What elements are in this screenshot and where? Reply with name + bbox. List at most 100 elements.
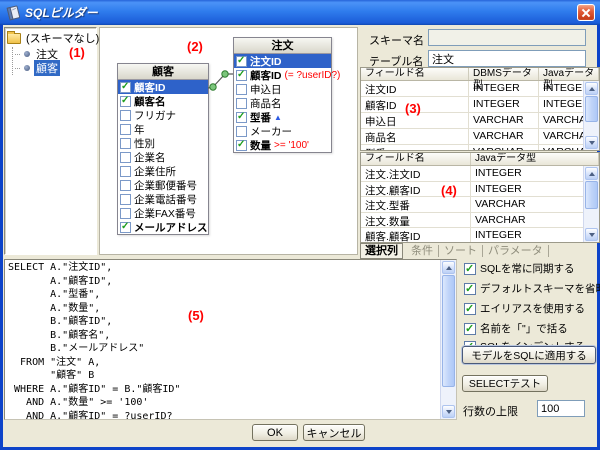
- tree-item-customer[interactable]: 顧客: [13, 61, 96, 75]
- table-row[interactable]: 注文.顧客IDINTEGER: [361, 182, 599, 198]
- field-checkbox[interactable]: [236, 126, 247, 137]
- field-checkbox[interactable]: ✓: [236, 140, 247, 151]
- diagram-table-order[interactable]: 注文 ✓注文ID ✓顧客ID(= ?userID?) 申込日 商品名 ✓型番▲ …: [233, 37, 332, 153]
- field-checkbox[interactable]: [120, 180, 131, 191]
- column-header[interactable]: Javaデータ型: [471, 153, 599, 165]
- scroll-up-button[interactable]: [585, 167, 598, 180]
- field-row[interactable]: ✓メールアドレス: [118, 220, 208, 234]
- vertical-scrollbar[interactable]: [583, 166, 599, 242]
- option-omit-default-schema[interactable]: ✓デフォルトスキーマを省略する: [464, 281, 600, 296]
- column-header[interactable]: フィールド名: [361, 68, 469, 80]
- table-title[interactable]: 顧客: [118, 64, 208, 80]
- title-bar[interactable]: SQLビルダー: [0, 0, 600, 25]
- check-icon: ✓: [465, 282, 474, 295]
- scroll-down-button[interactable]: [585, 136, 598, 149]
- field-row[interactable]: ✓型番▲: [234, 110, 331, 124]
- checkbox[interactable]: ✓: [464, 303, 476, 315]
- scroll-thumb[interactable]: [442, 275, 455, 387]
- sql-preview-area[interactable]: SELECT A."注文ID", A."顧客ID", A."型番", A."数量…: [4, 259, 457, 420]
- sql-builder-dialog: SQLビルダー (スキーマなし) 注文 顧客 (1) (2): [0, 0, 600, 450]
- field-row[interactable]: ✓顧客ID: [118, 80, 208, 94]
- tab-parameters[interactable]: パラメータ: [483, 245, 549, 257]
- field-type-table[interactable]: フィールド名 DBMSデータ型 Javaデータ型 注文IDINTEGERINTE…: [360, 67, 600, 151]
- checkbox[interactable]: ✓: [464, 283, 476, 295]
- vertical-scrollbar[interactable]: [440, 260, 456, 419]
- field-row[interactable]: 企業郵便番号: [118, 178, 208, 192]
- option-sync-sql[interactable]: ✓SQLを常に同期する: [464, 261, 575, 276]
- ok-button[interactable]: OK: [252, 424, 298, 441]
- field-row[interactable]: ✓顧客ID(= ?userID?): [234, 68, 331, 82]
- row-limit-input[interactable]: [537, 400, 585, 417]
- tab-selected-columns[interactable]: 選択列: [360, 243, 403, 259]
- column-header[interactable]: Javaデータ型: [539, 68, 599, 80]
- field-row[interactable]: ✓顧客名: [118, 94, 208, 108]
- scroll-up-button[interactable]: [585, 82, 598, 95]
- sql-text[interactable]: SELECT A."注文ID", A."顧客ID", A."型番", A."数量…: [8, 261, 439, 419]
- table-row[interactable]: 注文IDINTEGERINTEGER: [361, 81, 599, 97]
- table-row[interactable]: 顧客IDINTEGERINTEGER: [361, 97, 599, 113]
- field-checkbox[interactable]: ✓: [120, 222, 131, 233]
- field-row[interactable]: 年: [118, 122, 208, 136]
- field-checkbox[interactable]: ✓: [120, 96, 131, 107]
- scroll-down-button[interactable]: [585, 228, 598, 241]
- tab-conditions[interactable]: 条件: [406, 245, 439, 257]
- table-row[interactable]: 申込日VARCHARVARCHAR: [361, 113, 599, 129]
- option-use-alias[interactable]: ✓エイリアスを使用する: [464, 301, 585, 316]
- schema-name-input[interactable]: [428, 29, 586, 46]
- field-checkbox[interactable]: [236, 98, 247, 109]
- select-test-button[interactable]: SELECTテスト: [462, 375, 548, 392]
- selected-columns-table[interactable]: フィールド名 Javaデータ型 注文.注文IDINTEGER 注文.顧客IDIN…: [360, 152, 600, 243]
- check-icon: ✓: [121, 221, 129, 232]
- close-button[interactable]: [577, 4, 595, 21]
- field-row[interactable]: 企業FAX番号: [118, 206, 208, 220]
- table-row[interactable]: 注文.注文IDINTEGER: [361, 166, 599, 182]
- table-row[interactable]: 型番VARCHARVARCHAR: [361, 145, 599, 151]
- field-row[interactable]: 企業住所: [118, 164, 208, 178]
- table-title[interactable]: 注文: [234, 38, 331, 54]
- scroll-down-button[interactable]: [442, 405, 455, 418]
- table-row[interactable]: 商品名VARCHARVARCHAR: [361, 129, 599, 145]
- diagram-table-customer[interactable]: 顧客 ✓顧客ID ✓顧客名 フリガナ 年 性別 企業名 企業住所 企業郵便番号 …: [117, 63, 209, 235]
- vertical-scrollbar[interactable]: [583, 81, 599, 150]
- table-header-row[interactable]: フィールド名 Javaデータ型: [361, 153, 599, 166]
- tab-sort[interactable]: ソート: [439, 245, 483, 257]
- callout-1: (1): [69, 45, 85, 60]
- field-row[interactable]: 企業電話番号: [118, 192, 208, 206]
- table-name-input[interactable]: [428, 50, 586, 67]
- field-checkbox[interactable]: [120, 152, 131, 163]
- scroll-up-button[interactable]: [442, 261, 455, 274]
- field-row[interactable]: フリガナ: [118, 108, 208, 122]
- scroll-thumb[interactable]: [585, 181, 598, 209]
- field-row[interactable]: ✓注文ID: [234, 54, 331, 68]
- field-checkbox[interactable]: [120, 208, 131, 219]
- row-limit-label: 行数の上限: [463, 403, 518, 419]
- field-row[interactable]: メーカー: [234, 124, 331, 138]
- node-bullet-icon: [24, 51, 30, 57]
- scroll-thumb[interactable]: [585, 96, 598, 122]
- field-row[interactable]: 商品名: [234, 96, 331, 110]
- field-checkbox[interactable]: [120, 110, 131, 121]
- table-row[interactable]: 注文.数量VARCHAR: [361, 213, 599, 229]
- column-header[interactable]: DBMSデータ型: [469, 68, 539, 80]
- option-quote-names[interactable]: ✓名前を「"」で括る: [464, 321, 568, 336]
- checkbox[interactable]: ✓: [464, 323, 476, 335]
- table-row[interactable]: 顧客.顧客IDINTEGER: [361, 228, 599, 243]
- cancel-button[interactable]: キャンセル: [303, 424, 365, 441]
- callout-3: (3): [405, 101, 421, 116]
- checkbox[interactable]: ✓: [464, 263, 476, 275]
- field-checkbox[interactable]: [120, 124, 131, 135]
- field-checkbox[interactable]: [120, 194, 131, 205]
- column-header[interactable]: フィールド名: [361, 153, 471, 165]
- table-row[interactable]: 注文.型番VARCHAR: [361, 197, 599, 213]
- field-checkbox[interactable]: [120, 166, 131, 177]
- schema-tree-panel[interactable]: (スキーマなし) 注文 顧客: [4, 27, 97, 255]
- field-row[interactable]: 企業名: [118, 150, 208, 164]
- field-row[interactable]: ✓数量>= '100': [234, 138, 331, 152]
- field-checkbox[interactable]: ✓: [120, 82, 131, 93]
- field-checkbox[interactable]: [120, 138, 131, 149]
- table-header-row[interactable]: フィールド名 DBMSデータ型 Javaデータ型: [361, 68, 599, 81]
- apply-model-to-sql-button[interactable]: モデルをSQLに適用する: [462, 346, 596, 364]
- field-row[interactable]: 申込日: [234, 82, 331, 96]
- field-row[interactable]: 性別: [118, 136, 208, 150]
- field-checkbox[interactable]: ✓: [236, 112, 247, 123]
